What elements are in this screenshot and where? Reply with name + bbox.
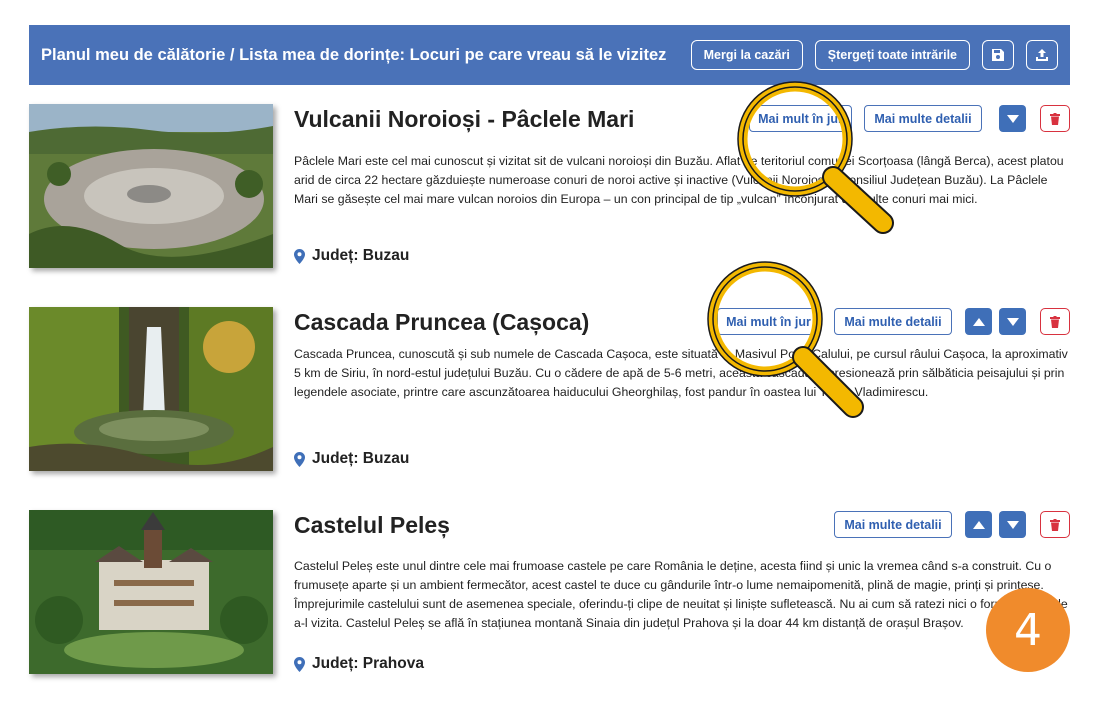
entry-photo-castle: [29, 510, 273, 674]
move-down-button[interactable]: [999, 308, 1026, 335]
more-nearby-button[interactable]: Mai mult în jur: [749, 105, 852, 132]
wishlist-entry: Cascada Pruncea (Cașoca) Mai mult în jur…: [29, 307, 1074, 473]
entry-county: Județ: Prahova: [294, 655, 424, 673]
entry-photo-waterfall: [29, 307, 273, 471]
go-to-accommodation-button[interactable]: Mergi la cazări: [690, 40, 803, 70]
page-title: Planul meu de călătorie / Lista mea de d…: [41, 45, 667, 64]
save-icon: [992, 49, 1004, 61]
entry-county: Județ: Buzau: [294, 247, 409, 265]
map-marker-icon: [294, 656, 305, 672]
delete-entry-button[interactable]: [1040, 308, 1070, 335]
delete-entry-button[interactable]: [1040, 105, 1070, 132]
entry-description: Cascada Pruncea, cunoscută și sub numele…: [294, 347, 1068, 399]
entry-title: Vulcanii Noroioși - Pâclele Mari: [294, 106, 635, 132]
entry-title: Castelul Peleș: [294, 512, 450, 538]
more-details-button[interactable]: Mai multe detalii: [834, 308, 952, 335]
chevron-down-icon: [1006, 520, 1019, 529]
move-up-button[interactable]: [965, 511, 992, 538]
export-button[interactable]: [1026, 40, 1058, 70]
wishlist-header: Planul meu de călătorie / Lista mea de d…: [29, 25, 1070, 85]
county-label: Județ: Prahova: [312, 655, 424, 672]
wishlist-entry: Castelul Peleș Mai multe detalii Castelu…: [29, 510, 1074, 676]
map-marker-icon: [294, 248, 305, 264]
county-label: Județ: Buzau: [312, 247, 410, 264]
chevron-down-icon: [1006, 114, 1019, 123]
move-down-button[interactable]: [999, 105, 1026, 132]
export-icon: [1036, 49, 1048, 61]
entry-description: Pâclele Mari este cel mai cunoscut și vi…: [294, 154, 1064, 206]
trash-icon: [1050, 315, 1060, 328]
wishlist-entry: Vulcanii Noroioși - Pâclele Mari Mai mul…: [29, 104, 1074, 270]
step-number-badge: 4: [986, 588, 1070, 672]
entry-title: Cascada Pruncea (Cașoca): [294, 309, 590, 335]
delete-entry-button[interactable]: [1040, 511, 1070, 538]
more-details-button[interactable]: Mai multe detalii: [864, 105, 982, 132]
trash-icon: [1050, 518, 1060, 531]
map-marker-icon: [294, 451, 305, 467]
entry-photo-mud-volcanoes: [29, 104, 273, 268]
move-up-button[interactable]: [965, 308, 992, 335]
more-details-button[interactable]: Mai multe detalii: [834, 511, 952, 538]
entry-description: Castelul Peleș este unul dintre cele mai…: [294, 559, 1068, 630]
chevron-up-icon: [972, 317, 985, 326]
trash-icon: [1050, 112, 1060, 125]
more-nearby-button[interactable]: Mai mult în jur: [717, 308, 820, 335]
chevron-up-icon: [972, 520, 985, 529]
clear-all-entries-button[interactable]: Ștergeți toate intrările: [814, 40, 970, 70]
entry-county: Județ: Buzau: [294, 450, 409, 468]
save-button[interactable]: [982, 40, 1014, 70]
move-down-button[interactable]: [999, 511, 1026, 538]
county-label: Județ: Buzau: [312, 450, 410, 467]
chevron-down-icon: [1006, 317, 1019, 326]
